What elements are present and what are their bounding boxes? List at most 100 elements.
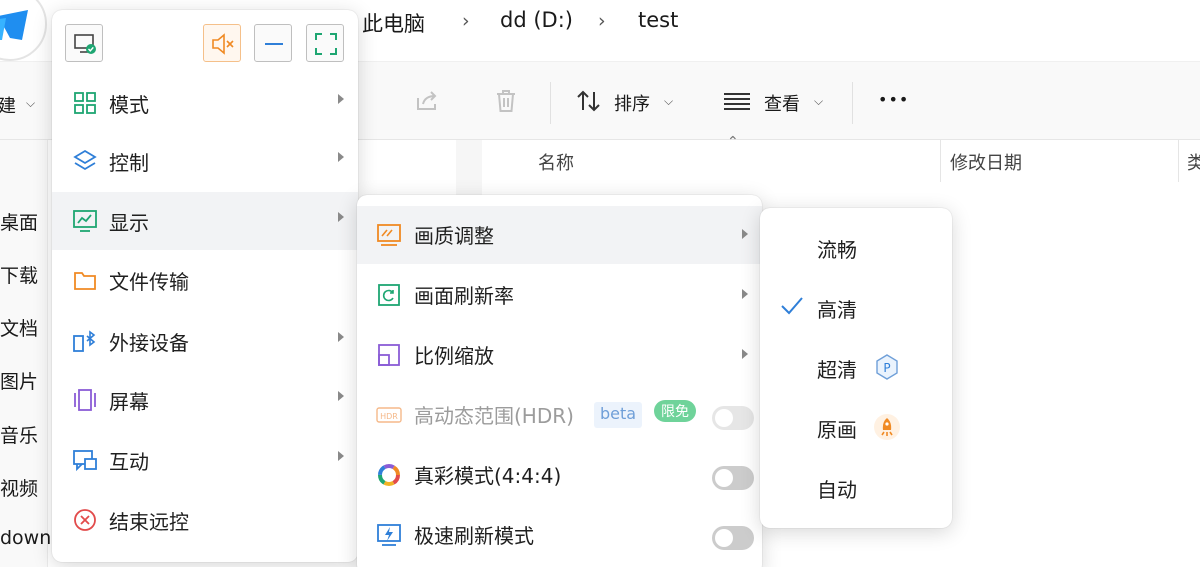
menu-item-mode[interactable]: 模式 — [52, 74, 358, 132]
nav-item-desktop[interactable]: 桌面 — [0, 208, 38, 235]
breadcrumb-separator-icon: › — [462, 10, 470, 32]
menu-item-label: 控制 — [109, 151, 149, 175]
monitor-chart-icon — [73, 210, 97, 232]
menu-item-screen[interactable]: 屏幕 — [52, 371, 358, 429]
more-options-button[interactable]: ••• — [878, 90, 909, 109]
chevron-down-icon: ⌵ — [814, 94, 824, 108]
mute-button[interactable] — [203, 24, 241, 62]
toolbar-divider — [852, 82, 853, 124]
column-divider[interactable] — [1178, 140, 1179, 182]
menu-item-hdr: HDR 高动态范围(HDR) beta 限免 — [357, 386, 762, 444]
sort-icon[interactable] — [574, 86, 604, 116]
nav-item-downloads[interactable]: 下载 — [0, 261, 38, 288]
fullscreen-icon — [315, 33, 337, 55]
menu-item-file-transfer[interactable]: 文件传输 — [52, 251, 358, 309]
menu-item-scaling[interactable]: 比例缩放 — [357, 326, 762, 384]
menu-item-label: 显示 — [109, 211, 149, 235]
column-divider[interactable] — [940, 140, 941, 182]
minimize-button[interactable] — [254, 24, 292, 62]
menu-item-label: 屏幕 — [109, 390, 149, 414]
menu-item-label: 真彩模式(4:4:4) — [414, 464, 562, 488]
svg-text:P: P — [883, 361, 890, 375]
nav-item-pictures[interactable]: 图片 — [0, 367, 38, 394]
true-color-toggle[interactable] — [712, 466, 754, 490]
submenu-arrow-icon — [338, 332, 344, 342]
quality-option-smooth[interactable]: 流畅 — [760, 218, 952, 278]
nav-item-music[interactable]: 音乐 — [0, 421, 38, 448]
screen-connected-icon — [74, 34, 96, 54]
navigation-pane — [0, 140, 48, 567]
view-lines-icon[interactable] — [722, 86, 752, 116]
beta-badge: beta — [594, 402, 643, 428]
chevron-down-icon: ⌵ — [26, 96, 36, 110]
menu-item-external-devices[interactable]: 外接设备 — [52, 312, 358, 370]
menu-item-picture-quality[interactable]: 画质调整 — [357, 206, 762, 264]
menu-item-label: 比例缩放 — [414, 344, 494, 368]
quality-option-original[interactable]: 原画 — [760, 398, 952, 458]
submenu-arrow-icon — [742, 349, 748, 359]
toolbar-divider — [550, 82, 551, 124]
submenu-arrow-icon — [338, 391, 344, 401]
menu-item-label: 高动态范围(HDR) — [414, 404, 574, 428]
quality-option-auto[interactable]: 自动 — [760, 458, 952, 518]
quality-submenu: 流畅 高清 超清 P 原画 自动 — [760, 208, 952, 528]
sort-caret-up-icon: ⌃ — [727, 134, 739, 150]
quality-option-ultra-hd[interactable]: 超清 P — [760, 338, 952, 398]
submenu-arrow-icon — [338, 94, 344, 104]
quality-option-label: 高清 — [817, 298, 857, 322]
menu-item-label: 结束远控 — [109, 510, 189, 534]
remote-screen-button[interactable] — [65, 24, 103, 62]
new-button-fragment[interactable]: 建 — [0, 92, 16, 118]
menu-item-fast-refresh[interactable]: 极速刷新模式 — [357, 506, 762, 564]
menu-item-label: 极速刷新模式 — [414, 524, 534, 548]
menu-item-label: 外接设备 — [109, 331, 189, 355]
breadcrumb-this-pc[interactable]: 此电脑 — [362, 8, 425, 38]
fullscreen-button[interactable] — [306, 24, 344, 62]
menu-item-label: 模式 — [109, 93, 149, 117]
sort-button[interactable]: 排序 — [614, 90, 650, 116]
quality-option-hd[interactable]: 高清 — [760, 278, 952, 338]
column-header-type[interactable]: 类 — [1187, 140, 1200, 182]
menu-item-display[interactable]: 显示 — [52, 192, 358, 250]
svg-text:HDR: HDR — [380, 412, 398, 421]
p-badge-icon: P — [876, 354, 898, 380]
remote-control-menu: 模式 控制 显示 文件传输 外接设备 屏幕 互动 结束远控 — [52, 10, 358, 562]
bluetooth-device-icon — [73, 330, 96, 352]
menu-item-interaction[interactable]: 互动 — [52, 431, 358, 489]
layers-icon — [73, 149, 97, 171]
submenu-arrow-icon — [338, 152, 344, 162]
share-icon[interactable] — [412, 86, 442, 116]
menu-item-control[interactable]: 控制 — [52, 132, 358, 190]
submenu-arrow-icon — [742, 289, 748, 299]
menu-item-refresh-rate[interactable]: 画面刷新率 — [357, 266, 762, 324]
view-button[interactable]: 查看 — [764, 90, 800, 116]
quality-option-label: 流畅 — [817, 238, 857, 262]
submenu-arrow-icon — [338, 451, 344, 461]
color-wheel-icon — [378, 464, 400, 486]
free-badge: 限免 — [654, 400, 696, 422]
menu-item-true-color[interactable]: 真彩模式(4:4:4) — [357, 446, 762, 504]
scale-icon — [378, 344, 400, 366]
speaker-muted-icon — [212, 33, 234, 55]
fast-refresh-toggle[interactable] — [712, 526, 754, 550]
grid-icon — [74, 92, 96, 114]
menu-item-end-remote[interactable]: 结束远控 — [52, 491, 358, 549]
screens-icon — [74, 389, 96, 411]
breadcrumb-drive[interactable]: dd (D:) — [500, 8, 573, 32]
nav-item-down[interactable]: down — [0, 527, 51, 549]
quality-option-label: 自动 — [817, 478, 857, 502]
fast-refresh-icon — [377, 524, 401, 546]
remote-app-logo-icon[interactable] — [0, 0, 48, 62]
breadcrumb-folder[interactable]: test — [638, 8, 678, 32]
display-submenu: 画质调整 画面刷新率 比例缩放 HDR 高动态范围(HDR) beta 限免 真… — [357, 195, 762, 567]
quality-option-label: 原画 — [817, 418, 857, 442]
menu-item-label: 画质调整 — [414, 224, 494, 248]
nav-item-documents[interactable]: 文档 — [0, 314, 38, 341]
column-header-name[interactable]: 名称 — [538, 140, 574, 182]
delete-icon[interactable] — [491, 86, 521, 116]
menu-item-label: 画面刷新率 — [414, 284, 514, 308]
column-header-modified[interactable]: 修改日期 — [950, 140, 1022, 182]
refresh-screen-icon — [378, 284, 400, 306]
hdr-icon: HDR — [376, 407, 402, 423]
nav-item-videos[interactable]: 视频 — [0, 474, 38, 501]
